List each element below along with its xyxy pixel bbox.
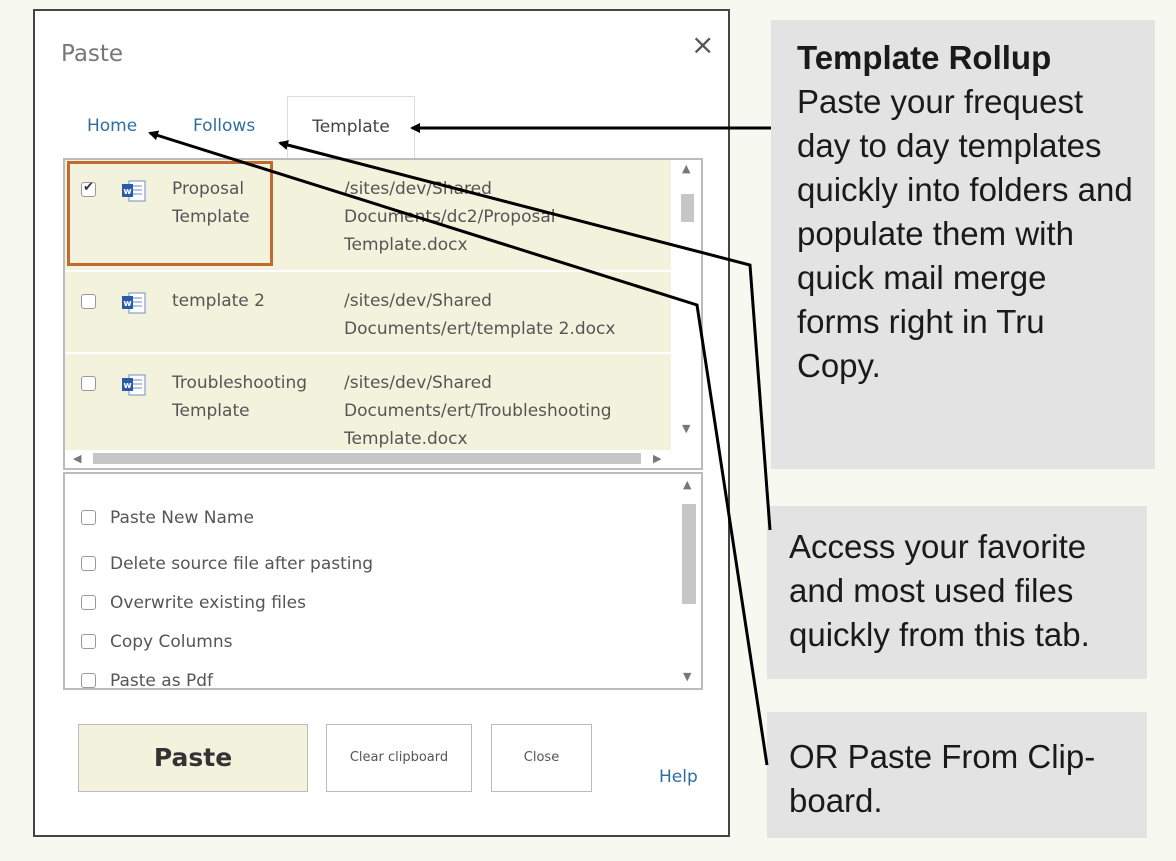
callout-title: Template Rollup	[797, 39, 1052, 76]
svg-text:w: w	[123, 299, 131, 309]
paste-button[interactable]: Paste	[78, 724, 308, 792]
file-path: /sites/dev/Shared Documents/ert/Troubles…	[344, 373, 612, 449]
file-checkbox[interactable]	[81, 180, 96, 197]
option-paste-as-pdf[interactable]: Paste as Pdf	[81, 671, 213, 690]
scroll-down-icon[interactable]: ▼	[683, 670, 691, 683]
callout-favorites: Access your favorite and most used files…	[767, 506, 1147, 679]
option-checkbox[interactable]	[81, 673, 96, 688]
file-row-troubleshooting-template[interactable]: w Troubleshooting Template /sites/dev/Sh…	[65, 354, 671, 454]
options-vertical-scrollbar[interactable]: ▲ ▼	[675, 474, 701, 688]
close-button[interactable]: Close	[491, 724, 592, 792]
option-checkbox[interactable]	[81, 510, 96, 525]
scrollbar-thumb[interactable]	[682, 504, 696, 604]
file-row-proposal-template[interactable]: w Proposal Template /sites/dev/Shared Do…	[65, 160, 671, 272]
file-checkbox[interactable]	[81, 376, 96, 391]
file-name: Proposal Template	[172, 179, 250, 227]
clear-clipboard-button[interactable]: Clear clipboard	[326, 724, 472, 792]
word-doc-icon: w	[122, 180, 146, 202]
template-file-list: w Proposal Template /sites/dev/Shared Do…	[63, 158, 703, 470]
paste-options-list: Paste New Name Delete source file after …	[63, 472, 703, 690]
file-row-template-2[interactable]: w template 2 /sites/dev/Shared Documents…	[65, 272, 671, 354]
option-label: Overwrite existing files	[110, 593, 306, 613]
callout-body: Access your favorite and most used files…	[789, 528, 1090, 653]
scroll-up-icon[interactable]: ▲	[682, 162, 690, 175]
file-list-vertical-scrollbar[interactable]: ▲ ▼	[673, 160, 701, 450]
option-checkbox[interactable]	[81, 595, 96, 610]
file-name: template 2	[172, 291, 265, 311]
tab-home[interactable]: Home	[87, 116, 137, 136]
option-label: Delete source file after pasting	[110, 554, 374, 574]
callout-body: Paste your frequest day to day templates…	[797, 83, 1133, 384]
callout-body: OR Paste From Clip-board.	[789, 738, 1096, 819]
option-label: Paste as Pdf	[110, 671, 213, 690]
file-name: Troubleshooting Template	[172, 373, 308, 421]
file-path: /sites/dev/Shared Documents/ert/template…	[344, 291, 616, 339]
paste-dialog: Paste × Home Follows Template w Proposal…	[33, 9, 730, 837]
callout-clipboard: OR Paste From Clip-board.	[767, 712, 1147, 838]
callout-template-rollup: Template Rollup Paste your frequest day …	[771, 20, 1155, 469]
word-doc-icon: w	[122, 292, 146, 314]
option-copy-columns[interactable]: Copy Columns	[81, 632, 233, 652]
option-delete-source[interactable]: Delete source file after pasting	[81, 554, 373, 574]
dialog-title: Paste	[61, 41, 124, 67]
scrollbar-thumb[interactable]	[93, 453, 641, 464]
scroll-right-icon[interactable]: ▶	[653, 452, 661, 465]
scroll-up-icon[interactable]: ▲	[683, 478, 691, 491]
tab-template[interactable]: Template	[287, 96, 415, 158]
scroll-left-icon[interactable]: ◀	[73, 452, 81, 465]
help-link[interactable]: Help	[659, 767, 698, 787]
option-label: Paste New Name	[110, 508, 254, 528]
file-list-horizontal-scrollbar[interactable]: ◀ ▶	[65, 450, 671, 468]
option-checkbox[interactable]	[81, 556, 96, 571]
option-checkbox[interactable]	[81, 634, 96, 649]
tab-follows[interactable]: Follows	[193, 116, 255, 136]
word-doc-icon: w	[122, 374, 146, 396]
option-overwrite[interactable]: Overwrite existing files	[81, 593, 306, 613]
file-path: /sites/dev/Shared Documents/dc2/Proposal…	[344, 179, 556, 255]
svg-text:w: w	[123, 187, 131, 197]
close-icon[interactable]: ×	[691, 31, 714, 59]
svg-text:w: w	[123, 381, 131, 391]
option-paste-new-name[interactable]: Paste New Name	[81, 508, 254, 528]
file-checkbox[interactable]	[81, 294, 96, 309]
scroll-down-icon[interactable]: ▼	[682, 422, 690, 435]
option-label: Copy Columns	[110, 632, 233, 652]
scrollbar-thumb[interactable]	[681, 194, 694, 222]
